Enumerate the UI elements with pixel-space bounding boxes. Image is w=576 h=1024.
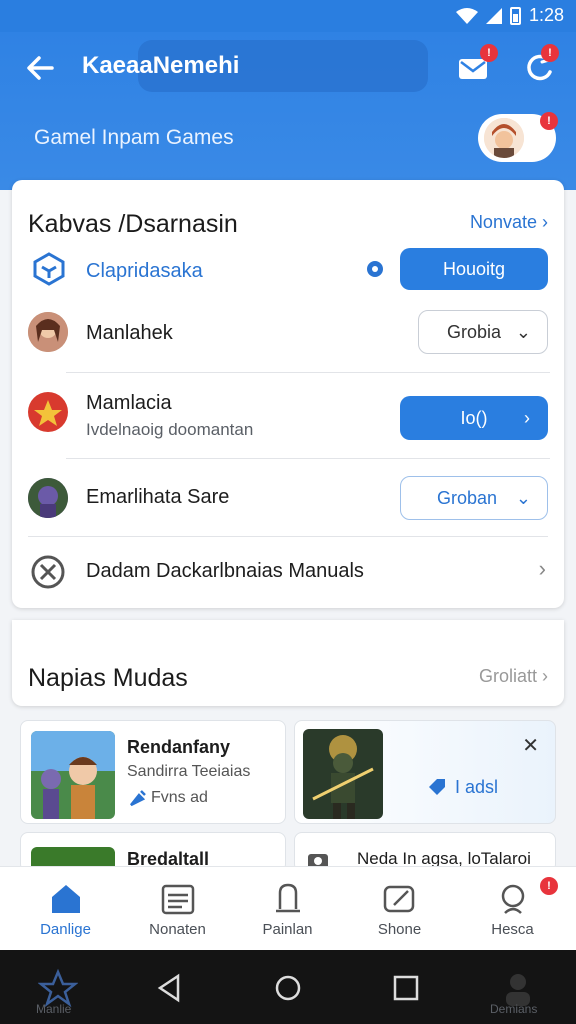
nav-label: Painlan <box>262 921 313 938</box>
bottom-nav: Danlige Nonaten Painlan Shone Hesca ! <box>0 866 576 950</box>
main-content: Kabvas /Dsarnasin Nonvate › Clapridasaka… <box>0 180 576 872</box>
nav-item-search[interactable]: Hesca ! <box>455 867 570 951</box>
nav-label: Shone <box>377 921 422 938</box>
signal-icon <box>485 7 502 24</box>
cube-icon <box>33 252 65 286</box>
battery-icon <box>509 6 521 25</box>
nav-item-home[interactable]: Danlige <box>8 867 123 951</box>
row-clapridasaka-button[interactable]: Houoitg <box>400 248 548 290</box>
settings-icon[interactable] <box>364 258 386 280</box>
home-circle-icon[interactable] <box>268 968 308 1008</box>
row-manlahek-dropdown-label: Grobia <box>447 322 502 342</box>
avatar <box>484 118 524 158</box>
game-thumbnail <box>303 729 383 819</box>
games-card: Kabvas /Dsarnasin Nonvate › Clapridasaka… <box>12 180 564 608</box>
nav-label: Hesca <box>491 921 534 938</box>
row-emarlihata-dropdown[interactable]: Groban ⌄ <box>400 476 548 520</box>
header-subtitle: Gamel Inpam Games <box>34 126 234 149</box>
tile-action[interactable]: I adsl <box>455 777 498 798</box>
nav-item-news[interactable]: Nonaten <box>120 867 235 951</box>
game-tile[interactable]: Rendanfany Sandirra Teeiaias Fvns ad <box>20 720 286 824</box>
chevron-right-icon: › <box>538 556 546 581</box>
card-link[interactable]: Nonvate › <box>470 212 548 233</box>
row-mamlacia-sub: Ivdelnaoig doomantan <box>86 420 254 439</box>
edit-icon <box>383 885 415 913</box>
section2-link-label: Groliatt <box>478 666 537 686</box>
row-manlahek-name: Manlahek <box>86 322 173 344</box>
row-manlahek-dropdown[interactable]: Grobia ⌄ <box>418 310 548 354</box>
card-title: Kabvas /Dsarnasin <box>28 210 238 238</box>
row-mamlacia-button[interactable]: Io() › <box>400 396 548 440</box>
tile-title: Rendanfany <box>127 737 231 757</box>
chevron-right-icon: › <box>542 666 548 686</box>
tile-meta: Fvns ad <box>151 789 208 806</box>
nav-label: Nonaten <box>149 921 206 938</box>
manlahek-avatar <box>28 312 68 352</box>
divider <box>28 536 548 537</box>
mail-badge: ! <box>480 44 498 62</box>
row-emarlihata-dropdown-label: Groban <box>437 488 498 508</box>
nav-badge: ! <box>540 877 558 895</box>
nav-item-shone[interactable]: Shone <box>342 867 457 951</box>
refresh-badge: ! <box>541 44 559 62</box>
sysnav-right-label: Demians <box>490 1002 538 1016</box>
home-icon <box>52 885 80 913</box>
brush-icon <box>130 790 146 807</box>
chevron-right-icon: › <box>524 408 530 428</box>
row-mamlacia-button-label: Io() <box>460 408 488 428</box>
close-circle-icon <box>31 555 65 589</box>
section-header-card: Napias Mudas Groliatt › <box>12 620 564 706</box>
tag-icon <box>429 779 445 795</box>
emarlihata-avatar <box>28 478 68 518</box>
back-arrow-icon[interactable] <box>22 50 58 86</box>
chevron-right-icon: › <box>542 212 548 232</box>
search-icon <box>501 884 525 914</box>
section2-title: Napias Mudas <box>28 664 188 692</box>
recents-icon[interactable] <box>386 968 426 1008</box>
bell-icon <box>276 883 300 913</box>
nav-item-painlan[interactable]: Painlan <box>230 867 345 951</box>
status-time: 1:28 <box>528 5 564 25</box>
chevron-down-icon: ⌄ <box>515 322 531 342</box>
system-nav-bar: Manlie Demians <box>0 950 576 1024</box>
game-thumbnail <box>31 731 115 819</box>
nav-label: Danlige <box>40 921 91 938</box>
app-title: KaeaaNemehi <box>82 52 240 79</box>
game-tile-featured[interactable]: ✕ I adsl <box>294 720 556 824</box>
section2-link[interactable]: Groliatt › <box>479 666 548 687</box>
mamlacia-icon <box>28 392 68 432</box>
close-icon[interactable]: ✕ <box>522 733 539 758</box>
sysnav-left-label: Manlie <box>36 1002 72 1016</box>
row-manuals-name[interactable]: Dadam Dackarlbnaias Manuals <box>86 560 364 583</box>
back-icon[interactable] <box>150 968 190 1008</box>
row-emarlihata-name: Emarlihata Sare <box>86 486 230 508</box>
row-clapridasaka-name: Clapridasaka <box>86 260 203 282</box>
avatar-badge: ! <box>540 112 558 130</box>
row-mamlacia-name: Mamlacia <box>86 392 172 414</box>
wifi-icon <box>455 7 478 24</box>
tile-subtitle: Sandirra Teeiaias <box>127 763 251 780</box>
divider <box>66 372 550 373</box>
status-bar: 1:28 <box>0 0 576 32</box>
calendar-icon <box>161 884 195 915</box>
chevron-down-icon: ⌄ <box>515 488 531 508</box>
app-header: KaeaaNemehi ! ! Gamel Inpam Games ! <box>0 32 576 190</box>
card-link-label: Nonvate <box>469 212 537 232</box>
divider <box>66 458 550 459</box>
